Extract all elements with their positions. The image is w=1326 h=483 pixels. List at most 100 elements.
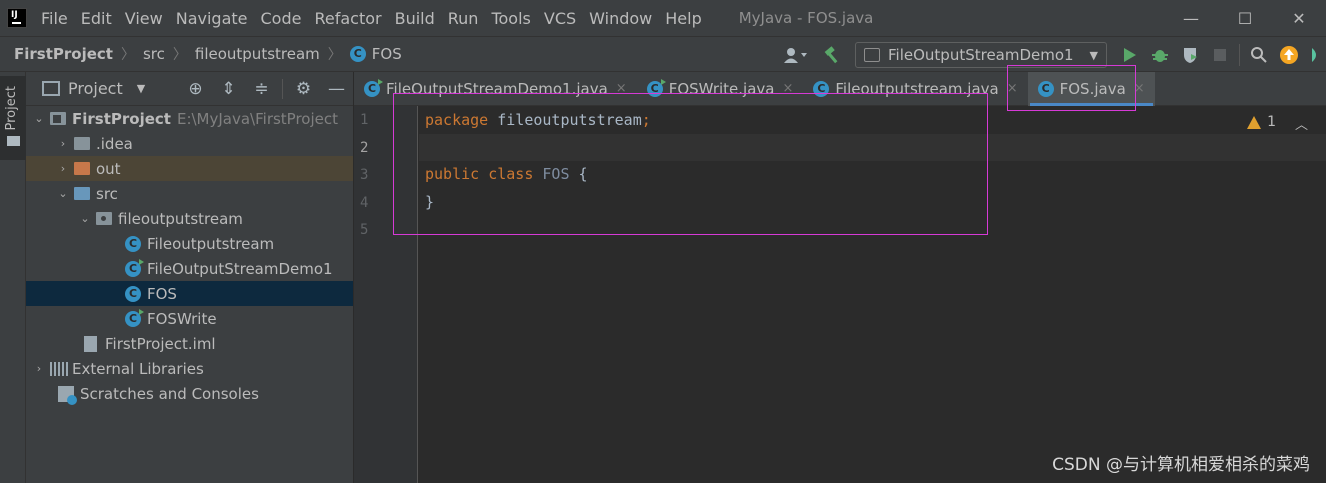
menu-window[interactable]: Window bbox=[589, 9, 652, 28]
tree-item-firstproject-iml[interactable]: FirstProject.iml bbox=[26, 331, 353, 356]
menu-file[interactable]: File bbox=[41, 9, 68, 28]
collapse-all-icon[interactable]: ≑ bbox=[245, 79, 278, 99]
close-window-button[interactable]: ✕ bbox=[1272, 0, 1326, 36]
coverage-icon[interactable] bbox=[1175, 40, 1205, 70]
chevron-right-icon[interactable]: › bbox=[56, 162, 70, 175]
tree-item-label: FOSWrite bbox=[147, 309, 217, 328]
tree-item-label: src bbox=[96, 184, 118, 203]
run-config-icon bbox=[864, 48, 880, 62]
hide-panel-icon[interactable]: — bbox=[320, 79, 353, 99]
package-icon bbox=[96, 212, 112, 225]
menu-help[interactable]: Help bbox=[665, 9, 701, 28]
project-panel-header: Project ▼ ⊕ ⇕ ≑ ⚙ — bbox=[26, 72, 353, 106]
window-title: MyJava - FOS.java bbox=[738, 9, 874, 27]
chevron-right-icon[interactable]: › bbox=[32, 362, 46, 375]
menu-refactor[interactable]: Refactor bbox=[314, 9, 381, 28]
runnable-class-icon: C bbox=[125, 308, 144, 327]
breadcrumb-src[interactable]: src bbox=[143, 45, 165, 63]
expand-all-icon[interactable]: ⇕ bbox=[212, 79, 245, 99]
menu-run[interactable]: Run bbox=[448, 9, 479, 28]
menu-edit[interactable]: Edit bbox=[81, 9, 112, 28]
tool-window-strip: Project bbox=[0, 72, 26, 483]
tree-item-label: FileOutputStreamDemo1 bbox=[147, 259, 333, 278]
tree-item-fileoutputstreamdemo1[interactable]: C FileOutputStreamDemo1 bbox=[26, 256, 353, 281]
inspection-widget[interactable]: 1 bbox=[1247, 114, 1276, 130]
project-panel-title[interactable]: Project bbox=[68, 79, 123, 98]
tree-item-fileoutputstream-package[interactable]: ⌄ fileoutputstream bbox=[26, 206, 353, 231]
update-icon[interactable] bbox=[1274, 40, 1304, 70]
breadcrumb: FirstProject 〉 src 〉 fileoutputstream 〉 … bbox=[14, 44, 402, 64]
tree-item-src[interactable]: ⌄ src bbox=[26, 181, 353, 206]
project-folder-icon bbox=[50, 112, 66, 125]
line-number: 5 bbox=[360, 222, 369, 238]
line-number: 2 bbox=[360, 140, 369, 156]
tree-item-label: Scratches and Consoles bbox=[80, 384, 259, 403]
chevron-down-icon[interactable]: ⌄ bbox=[78, 212, 92, 225]
tree-item-label: out bbox=[96, 159, 121, 178]
tree-item-label: FirstProject bbox=[72, 109, 171, 128]
tree-item-fileoutputstream-class[interactable]: C Fileoutputstream bbox=[26, 231, 353, 256]
chevron-up-icon[interactable]: ︿ bbox=[1295, 114, 1308, 133]
code-highlight-box bbox=[393, 93, 988, 235]
tree-item-scratches[interactable]: Scratches and Consoles bbox=[26, 381, 353, 406]
breadcrumb-separator-icon: 〉 bbox=[327, 47, 342, 63]
breadcrumb-separator-icon: 〉 bbox=[172, 47, 187, 63]
folder-icon bbox=[74, 137, 90, 150]
runnable-class-icon: C bbox=[364, 78, 383, 97]
class-icon: C bbox=[125, 285, 141, 302]
tree-item-foswrite[interactable]: C FOSWrite bbox=[26, 306, 353, 331]
watermark: CSDN @与计算机相爱相杀的菜鸡 bbox=[1052, 455, 1310, 475]
tree-item-idea[interactable]: › .idea bbox=[26, 131, 353, 156]
panel-tools: ⊕ ⇕ ≑ ⚙ — bbox=[179, 78, 353, 99]
menu-build[interactable]: Build bbox=[395, 9, 435, 28]
project-tool-tab[interactable]: Project bbox=[0, 76, 26, 160]
breadcrumb-package[interactable]: fileoutputstream bbox=[195, 45, 320, 63]
library-icon bbox=[50, 361, 68, 376]
scratches-icon bbox=[58, 385, 77, 405]
chevron-down-icon[interactable]: ⌄ bbox=[56, 187, 70, 200]
intellij-logo-icon: IJ bbox=[7, 8, 27, 28]
line-number: 4 bbox=[360, 195, 369, 211]
output-folder-icon bbox=[74, 162, 90, 175]
breadcrumb-class[interactable]: FOS bbox=[372, 45, 402, 63]
gear-icon[interactable]: ⚙ bbox=[287, 79, 320, 99]
panel-divider bbox=[282, 78, 283, 99]
chevron-down-icon[interactable]: ▼ bbox=[137, 82, 145, 95]
debug-icon[interactable] bbox=[1145, 40, 1175, 70]
chevron-right-icon[interactable]: › bbox=[56, 137, 70, 150]
user-icon[interactable] bbox=[775, 40, 817, 70]
maximize-button[interactable]: ☐ bbox=[1218, 0, 1272, 36]
menu-tools[interactable]: Tools bbox=[491, 9, 530, 28]
project-panel: Project ▼ ⊕ ⇕ ≑ ⚙ — ⌄ FirstProject E:\My… bbox=[26, 72, 353, 483]
runnable-class-icon: C bbox=[125, 258, 144, 277]
plugin-icon[interactable] bbox=[1304, 40, 1326, 70]
hammer-icon[interactable] bbox=[817, 40, 847, 70]
tree-item-external-libraries[interactable]: › External Libraries bbox=[26, 356, 353, 381]
menu-vcs[interactable]: VCS bbox=[544, 9, 576, 28]
toolbar-divider bbox=[1239, 44, 1240, 66]
tab-highlight-box bbox=[1007, 65, 1136, 111]
menu-code[interactable]: Code bbox=[261, 9, 302, 28]
chevron-down-icon[interactable]: ⌄ bbox=[32, 112, 46, 125]
menu-view[interactable]: View bbox=[125, 9, 163, 28]
search-icon[interactable] bbox=[1244, 40, 1274, 70]
minimize-button[interactable]: — bbox=[1164, 0, 1218, 36]
tree-item-label: .idea bbox=[96, 134, 133, 153]
folder-icon bbox=[7, 136, 20, 146]
project-path: E:\MyJava\FirstProject bbox=[176, 109, 338, 128]
warning-icon bbox=[1247, 115, 1262, 129]
tree-item-fos[interactable]: C FOS bbox=[26, 281, 353, 306]
tree-item-label: External Libraries bbox=[72, 359, 204, 378]
tree-item-label: Fileoutputstream bbox=[147, 234, 275, 253]
tree-item-firstproject[interactable]: ⌄ FirstProject E:\MyJava\FirstProject bbox=[26, 106, 353, 131]
line-number: 3 bbox=[360, 167, 369, 183]
locate-icon[interactable]: ⊕ bbox=[179, 79, 212, 99]
breadcrumb-project[interactable]: FirstProject bbox=[14, 45, 113, 63]
project-tool-label: Project bbox=[4, 86, 19, 131]
menu-navigate[interactable]: Navigate bbox=[176, 9, 248, 28]
run-config-label: FileOutputStreamDemo1 bbox=[888, 46, 1074, 64]
breadcrumb-separator-icon: 〉 bbox=[120, 47, 135, 63]
stop-icon[interactable] bbox=[1205, 40, 1235, 70]
tree-item-out[interactable]: › out bbox=[26, 156, 353, 181]
tree-item-label: FOS bbox=[147, 284, 177, 303]
